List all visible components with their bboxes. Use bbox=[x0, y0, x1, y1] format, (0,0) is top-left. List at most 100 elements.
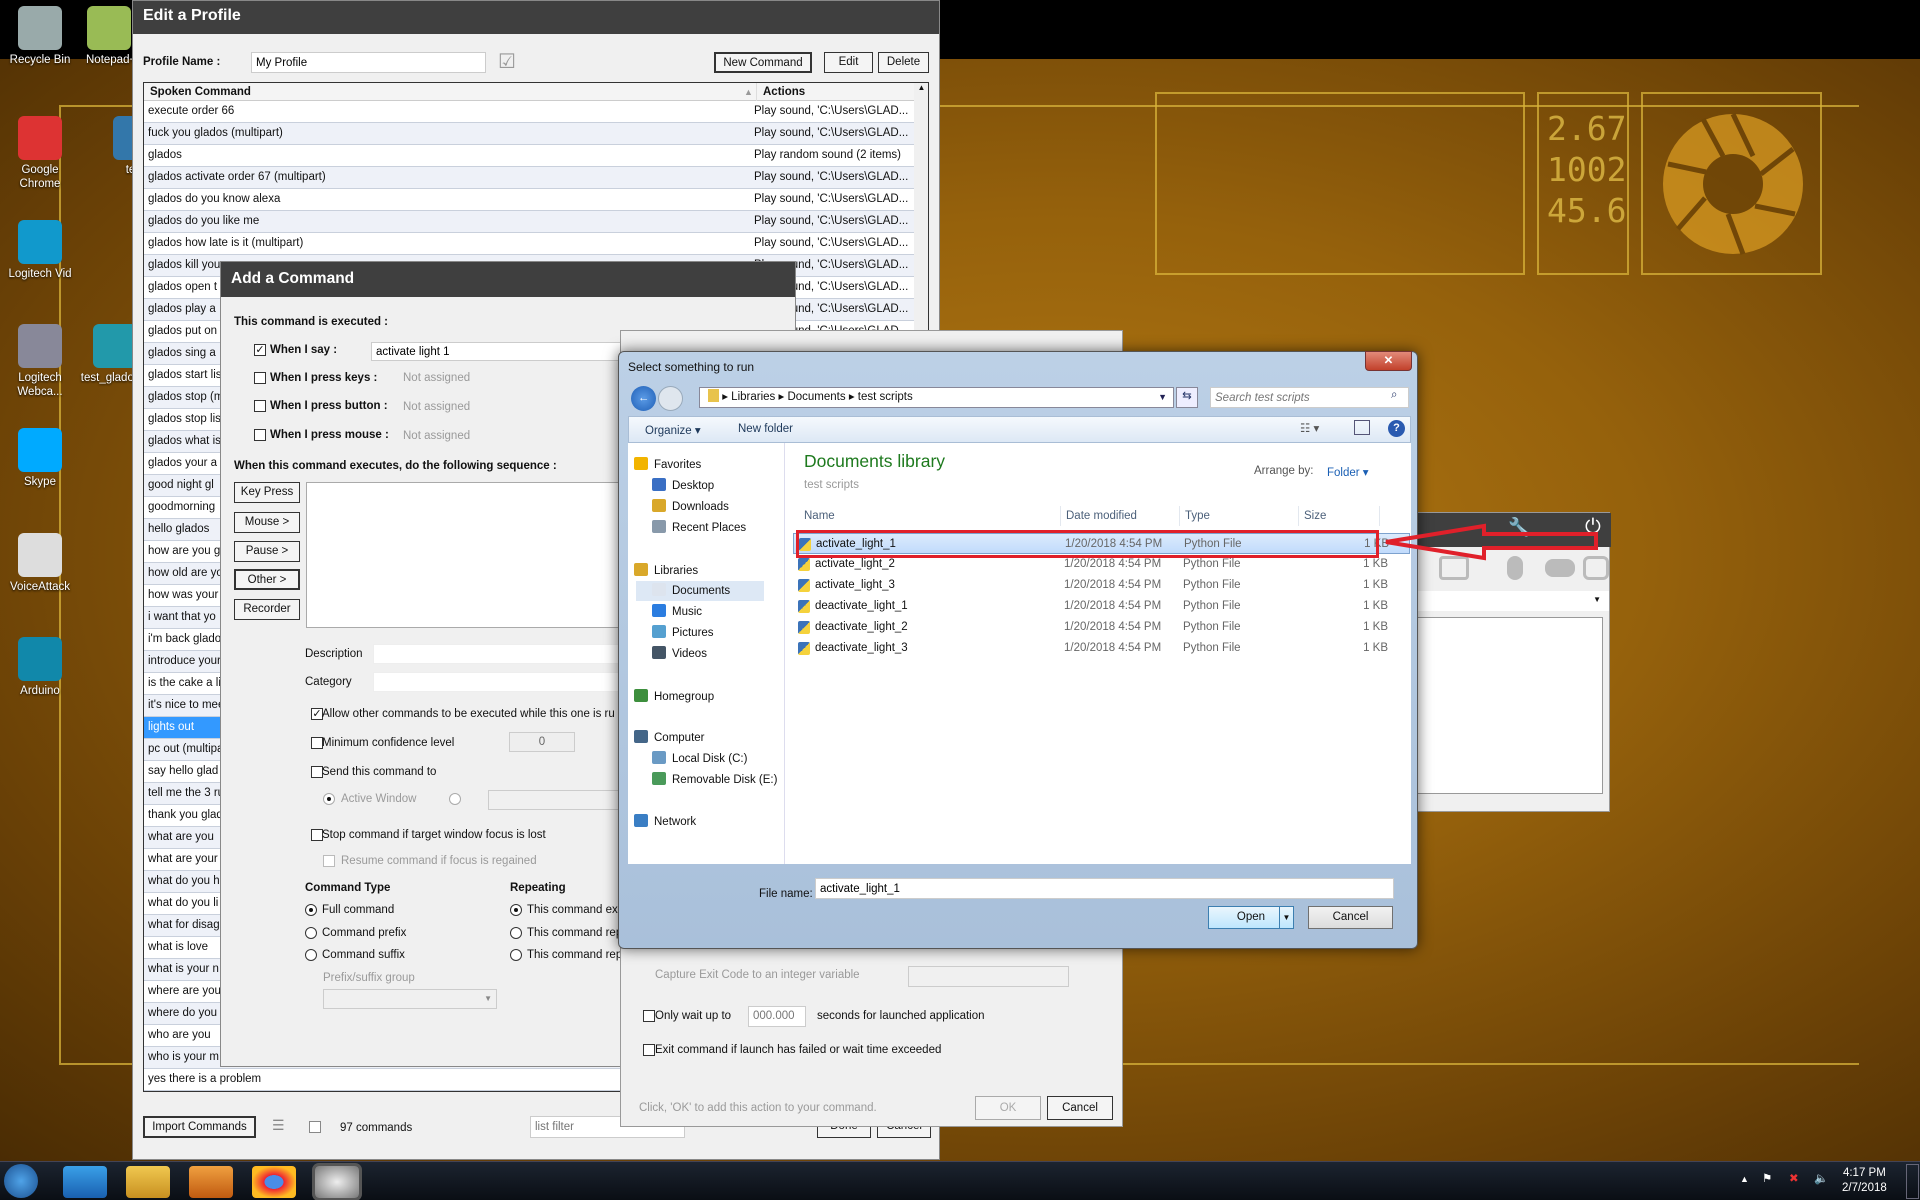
nav-item[interactable]: Downloads bbox=[652, 497, 729, 517]
wait-seconds-input[interactable]: 000.000 bbox=[748, 1006, 806, 1027]
nav-item[interactable]: Documents bbox=[636, 581, 764, 601]
refresh-button[interactable]: ⇆ bbox=[1176, 387, 1198, 408]
cancel-button[interactable]: Cancel bbox=[1308, 906, 1393, 929]
recorder-button[interactable]: Recorder bbox=[234, 599, 300, 620]
show-desktop-button[interactable] bbox=[1906, 1164, 1919, 1199]
nav-item[interactable]: Music bbox=[652, 602, 702, 622]
table-row[interactable]: execute order 66 Play sound, 'C:\Users\GL… bbox=[144, 101, 914, 123]
when-mouse-checkbox[interactable] bbox=[254, 429, 266, 441]
nav-item[interactable]: Desktop bbox=[652, 476, 714, 496]
other-button[interactable]: Other > bbox=[234, 569, 300, 590]
pause-button[interactable]: Pause > bbox=[234, 541, 300, 562]
action-center-flag-icon[interactable]: ⚑ bbox=[1762, 1171, 1772, 1185]
desktop-icon[interactable]: VoiceAttack bbox=[0, 533, 80, 594]
nav-item[interactable]: Removable Disk (E:) bbox=[652, 770, 777, 790]
nav-item[interactable]: Homegroup bbox=[634, 687, 714, 707]
nav-item[interactable]: Computer bbox=[634, 728, 705, 748]
show-hidden-icons[interactable]: ▲ bbox=[1740, 1174, 1749, 1184]
column-name[interactable]: Name bbox=[804, 506, 835, 526]
command-suffix-radio[interactable] bbox=[305, 949, 317, 961]
mouse-not-assigned[interactable]: Not assigned bbox=[403, 430, 470, 442]
table-row[interactable]: glados Play random sound (2 items) bbox=[144, 145, 914, 167]
checkmark-icon[interactable]: ☑ bbox=[498, 49, 516, 74]
button-not-assigned[interactable]: Not assigned bbox=[403, 401, 470, 413]
nav-item[interactable]: Network bbox=[634, 812, 696, 832]
file-explorer-icon[interactable] bbox=[126, 1166, 170, 1198]
open-button[interactable]: Open ▼ bbox=[1208, 906, 1294, 929]
column-actions[interactable]: Actions bbox=[756, 83, 805, 101]
chrome-icon[interactable] bbox=[252, 1166, 296, 1198]
search-input[interactable] bbox=[1210, 387, 1409, 408]
desktop-icon[interactable]: Skype bbox=[0, 428, 80, 489]
delete-button[interactable]: Delete bbox=[878, 52, 929, 73]
desktop-icon[interactable]: Logitech Webca... bbox=[0, 324, 80, 399]
desktop-icon[interactable]: Arduino bbox=[0, 637, 80, 698]
key-press-button[interactable]: Key Press bbox=[234, 482, 300, 503]
capture-exit-input[interactable] bbox=[908, 966, 1069, 987]
active-window-radio[interactable] bbox=[323, 793, 335, 805]
column-date-modified[interactable]: Date modified bbox=[1060, 506, 1137, 526]
breadcrumb-documents[interactable]: Documents bbox=[787, 391, 845, 403]
table-row[interactable]: glados do you know alexa Play sound, 'C:\… bbox=[144, 189, 914, 211]
nav-item[interactable]: Favorites bbox=[634, 455, 701, 475]
min-confidence-spinner[interactable]: 0 bbox=[509, 732, 575, 752]
desktop-icon[interactable]: Logitech Vid bbox=[0, 220, 80, 281]
ok-button[interactable]: OK bbox=[975, 1096, 1041, 1120]
voiceattack-icon[interactable] bbox=[315, 1166, 359, 1198]
breadcrumb-test-scripts[interactable]: test scripts bbox=[858, 391, 913, 403]
new-folder-button[interactable]: New folder bbox=[738, 423, 793, 435]
organize-button[interactable]: Organize ▾ bbox=[645, 423, 701, 437]
media-player-icon[interactable] bbox=[189, 1166, 233, 1198]
open-dropdown-icon[interactable]: ▼ bbox=[1279, 907, 1293, 928]
file-name-input[interactable] bbox=[815, 878, 1394, 899]
column-spoken-command[interactable]: Spoken Command bbox=[150, 83, 251, 101]
preview-pane-icon[interactable] bbox=[1354, 420, 1370, 435]
column-type[interactable]: Type bbox=[1179, 506, 1210, 526]
view-options-icon[interactable]: ☷ ▾ bbox=[1300, 421, 1319, 435]
nav-item[interactable]: Videos bbox=[652, 644, 707, 664]
exit-failed-checkbox[interactable] bbox=[643, 1044, 655, 1056]
close-button[interactable]: ✕ bbox=[1365, 351, 1412, 371]
only-wait-checkbox[interactable] bbox=[643, 1010, 655, 1022]
start-orb-icon[interactable] bbox=[4, 1164, 38, 1198]
nav-item[interactable]: Local Disk (C:) bbox=[652, 749, 747, 769]
back-button[interactable]: ← bbox=[631, 386, 656, 411]
edit-button[interactable]: Edit bbox=[824, 52, 873, 73]
mouse-button[interactable]: Mouse > bbox=[234, 512, 300, 533]
list-view-icon[interactable]: ☰ bbox=[272, 1117, 285, 1134]
volume-icon[interactable]: 🔈 bbox=[1814, 1171, 1828, 1185]
desktop-icon[interactable]: Google Chrome bbox=[0, 116, 80, 191]
keys-not-assigned[interactable]: Not assigned bbox=[403, 372, 470, 384]
address-bar[interactable]: ▸ Libraries ▸ Documents ▸ test scripts ▼ bbox=[699, 387, 1174, 408]
command-prefix-radio[interactable] bbox=[305, 927, 317, 939]
cancel-button[interactable]: Cancel bbox=[1047, 1096, 1113, 1120]
nav-item[interactable]: Pictures bbox=[652, 623, 714, 643]
forward-button[interactable] bbox=[658, 386, 683, 411]
internet-explorer-icon[interactable] bbox=[63, 1166, 107, 1198]
file-row[interactable]: activate_light_3 1/20/2018 4:54 PM Pytho… bbox=[793, 575, 1410, 596]
select-all-checkbox[interactable] bbox=[309, 1121, 321, 1133]
nav-item[interactable]: Recent Places bbox=[652, 518, 746, 538]
file-row[interactable]: deactivate_light_1 1/20/2018 4:54 PM Pyt… bbox=[793, 596, 1410, 617]
table-row[interactable]: fuck you glados (multipart) Play sound, '… bbox=[144, 123, 914, 145]
when-button-checkbox[interactable] bbox=[254, 400, 266, 412]
table-row[interactable]: glados activate order 67 (multipart) Play… bbox=[144, 167, 914, 189]
resume-focus-checkbox[interactable] bbox=[323, 855, 335, 867]
repeat-once-radio[interactable] bbox=[510, 904, 522, 916]
repeat-continuous-radio[interactable] bbox=[510, 927, 522, 939]
full-command-radio[interactable] bbox=[305, 904, 317, 916]
when-keys-checkbox[interactable] bbox=[254, 372, 266, 384]
help-icon[interactable]: ? bbox=[1388, 420, 1405, 437]
table-row[interactable]: glados how late is it (multipart) Play so… bbox=[144, 233, 914, 255]
prefix-group-select[interactable]: ▼ bbox=[323, 989, 497, 1009]
clock[interactable]: 4:17 PM 2/7/2018 bbox=[1842, 1166, 1887, 1196]
breadcrumb-libraries[interactable]: Libraries bbox=[731, 391, 775, 403]
new-command-button[interactable]: New Command bbox=[714, 52, 812, 73]
specific-window-radio[interactable] bbox=[449, 793, 461, 805]
desktop-icon[interactable]: Notepad++ bbox=[86, 6, 132, 67]
file-row[interactable]: deactivate_light_3 1/20/2018 4:54 PM Pyt… bbox=[793, 638, 1410, 659]
profile-name-input[interactable] bbox=[251, 52, 486, 73]
history-dropdown-icon[interactable]: ▼ bbox=[1158, 388, 1167, 407]
table-row[interactable]: glados do you like me Play sound, 'C:\Use… bbox=[144, 211, 914, 233]
arrange-by-dropdown[interactable]: Folder ▾ bbox=[1327, 465, 1369, 479]
